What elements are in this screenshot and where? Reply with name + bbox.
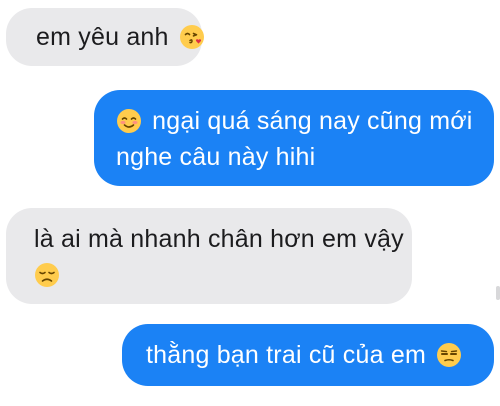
message-bubble-incoming[interactable]: em yêu anh bbox=[6, 8, 205, 66]
message-line: ngại quá sáng nay cũng mới bbox=[116, 103, 494, 139]
message-text: là ai mà nhanh chân hơn em vậy bbox=[34, 225, 404, 253]
message-line bbox=[34, 257, 412, 293]
message-bubble-outgoing[interactable]: thằng bạn trai cũ của em bbox=[122, 324, 494, 386]
message-line: em yêu anh bbox=[36, 19, 205, 55]
message-bubble-outgoing[interactable]: ngại quá sáng nay cũng mới nghe câu này … bbox=[94, 90, 494, 186]
message-line: nghe câu này hihi bbox=[116, 139, 494, 175]
message-text: thằng bạn trai cũ của em bbox=[146, 341, 426, 369]
scroll-indicator[interactable] bbox=[496, 286, 500, 300]
message-line: thằng bạn trai cũ của em bbox=[146, 337, 494, 373]
disappointed-face-icon bbox=[34, 262, 60, 288]
message-bubble-incoming[interactable]: là ai mà nhanh chân hơn em vậy bbox=[6, 208, 412, 304]
message-text: ngại quá sáng nay cũng mới bbox=[152, 107, 473, 135]
smiling-face-icon bbox=[116, 108, 142, 134]
face-blowing-kiss-icon bbox=[179, 24, 205, 50]
message-line: là ai mà nhanh chân hơn em vậy bbox=[34, 221, 412, 257]
message-text: em yêu anh bbox=[36, 23, 169, 51]
unamused-face-icon bbox=[436, 342, 462, 368]
message-text: nghe câu này hihi bbox=[116, 143, 316, 171]
